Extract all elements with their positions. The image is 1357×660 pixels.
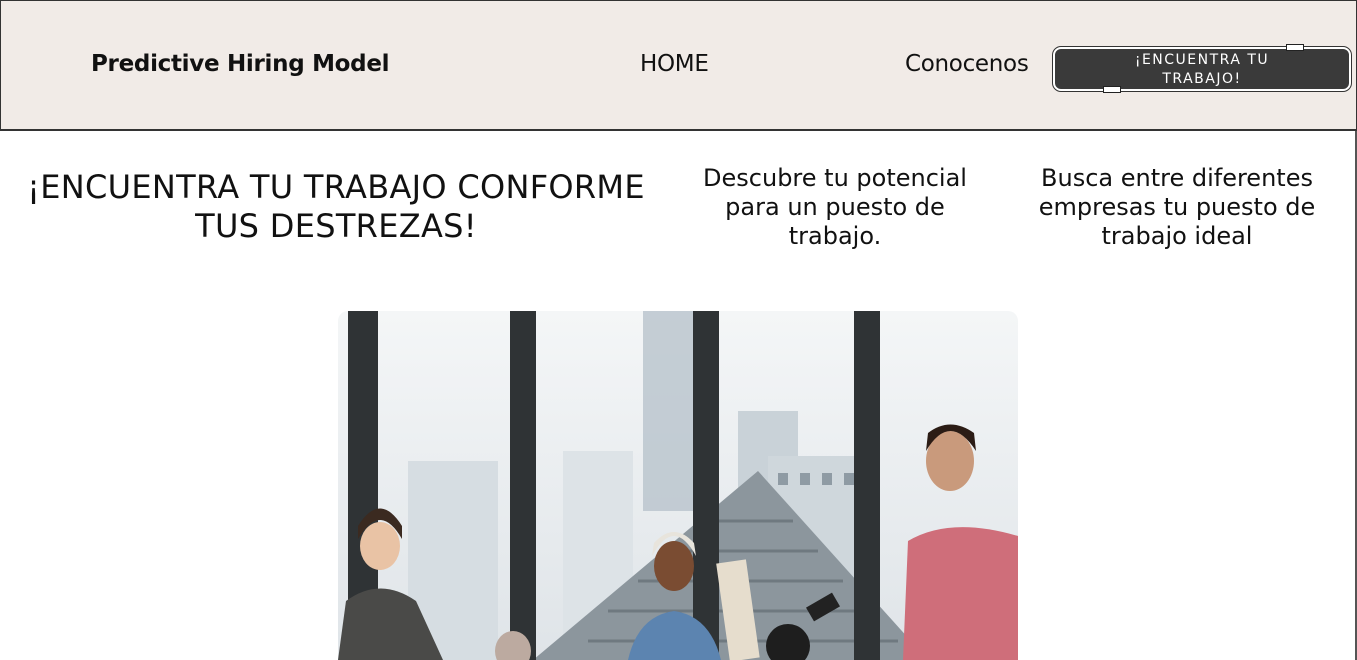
site-header: Predictive Hiring Model HOME Conocenos ¡… — [0, 0, 1357, 131]
feature-potential-text: Descubre tu potencial para un puesto de … — [703, 164, 967, 250]
find-job-button-label: ¡ENCUENTRA TU TRABAJO! — [1134, 52, 1270, 87]
feature-companies-text: Busca entre diferentes empresas tu puest… — [1038, 164, 1316, 250]
resize-handle-top[interactable] — [1286, 44, 1304, 51]
brand-logo-text[interactable]: Predictive Hiring Model — [91, 51, 390, 77]
find-job-button[interactable]: ¡ENCUENTRA TU TRABAJO! — [1052, 44, 1352, 93]
hero-title: ¡ENCUENTRA TU TRABAJO CONFORME TUS DESTR… — [27, 168, 645, 245]
nav-home-link[interactable]: HOME — [640, 51, 709, 77]
team-photo-illustration — [338, 311, 1018, 660]
nav-conocenos-link[interactable]: Conocenos — [905, 51, 1029, 77]
resize-handle-bottom[interactable] — [1103, 86, 1121, 93]
hero-team-photo — [338, 311, 1018, 660]
